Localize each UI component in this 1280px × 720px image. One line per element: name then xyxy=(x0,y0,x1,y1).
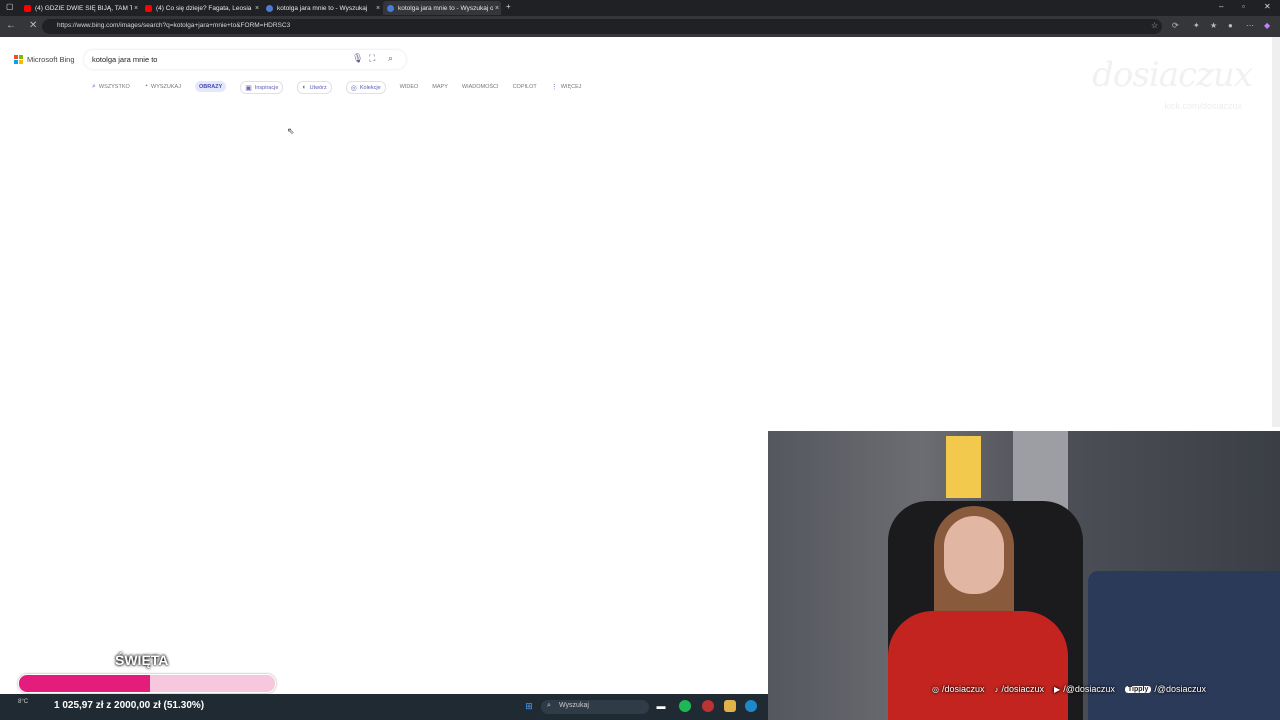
tab-title: (4) Co się dzieje? Fagata, Leosia p xyxy=(156,4,253,12)
address-toolbar: ← ✕ https://www.bing.com/images/search?q… xyxy=(0,16,1280,37)
instagram-icon: ◎ xyxy=(932,684,939,694)
social-tiktok: ♪/dosiaczux xyxy=(994,684,1045,694)
search-nav-tabs: ⌕ WSZYSTKO ◔ WYSZUKAJ OBRAZY ▣ Inspiracje ◐… xyxy=(92,81,596,94)
stream-watermark-sub: kick.com/dosiaczux xyxy=(1164,101,1242,111)
favorites-icon[interactable]: ★ xyxy=(1210,21,1217,30)
mouse-cursor-icon: ⇖ xyxy=(287,126,295,136)
sofa xyxy=(1088,571,1280,720)
file-explorer-icon[interactable] xyxy=(724,700,736,712)
back-icon[interactable]: ← xyxy=(6,20,16,31)
stream-watermark: dosiaczux xyxy=(1092,55,1253,95)
edge-icon[interactable] xyxy=(745,700,757,712)
browser-tab[interactable]: kotolga jara mnie to - Wyszukaj × xyxy=(262,1,382,15)
tab-copilot[interactable]: COPILOT xyxy=(513,81,537,92)
tab-wyszukaj[interactable]: ◔ WYSZUKAJ xyxy=(144,81,181,92)
tab-wiadomosci[interactable]: WIADOMOŚCI xyxy=(462,81,499,92)
extension-icon[interactable]: ⟳ xyxy=(1172,21,1179,30)
bing-logo[interactable]: Microsoft Bing xyxy=(14,55,75,64)
social-instagram: ◎/dosiaczux xyxy=(932,684,985,694)
menu-icon[interactable]: ⋯ xyxy=(1246,21,1254,30)
close-tab-icon[interactable]: × xyxy=(374,5,382,12)
address-bar[interactable]: https://www.bing.com/images/search?q=kot… xyxy=(42,19,1162,34)
collections-icon: ◎ xyxy=(350,84,357,92)
reload-icon[interactable]: ✕ xyxy=(29,20,37,31)
tab-title: (4) GDZIE DWIE SIĘ BIJĄ, TAM TRZ xyxy=(35,4,132,12)
tab-mapy[interactable]: MAPY xyxy=(432,81,448,92)
weather-widget[interactable]: 8°C xyxy=(18,699,28,705)
tiktok-icon: ♪ xyxy=(994,684,999,694)
microphone-icon[interactable]: 🎙 xyxy=(352,53,363,64)
new-tab-icon[interactable]: + xyxy=(506,2,511,11)
more-icon: ⋮ xyxy=(550,83,558,91)
search-icon[interactable]: ⌕ xyxy=(388,53,393,64)
goal-progress-fill xyxy=(19,675,151,692)
streamer-body xyxy=(888,611,1068,720)
minimize-icon[interactable]: – xyxy=(1219,2,1223,11)
wall-poster xyxy=(946,436,981,498)
webcam-feed: ◎/dosiaczux ♪/dosiaczux ▶/@dosiaczux Tip… xyxy=(768,431,1280,720)
search-box[interactable]: kotolga jara mnie to 🎙 ⛶ ⌕ xyxy=(84,50,406,69)
youtube-icon xyxy=(24,4,31,12)
profile-icon[interactable]: ● xyxy=(1228,21,1233,30)
inspiration-icon: ▣ xyxy=(245,84,252,92)
copilot-icon[interactable]: ◆ xyxy=(1264,21,1270,30)
goal-amount-text: 1 025,97 zł z 2000,00 zł (51.30%) xyxy=(54,700,205,711)
browser-tab-bar: ▢ (4) GDZIE DWIE SIĘ BIJĄ, TAM TRZ × (4)… xyxy=(0,0,1280,16)
windows-start-icon[interactable]: ⊞ xyxy=(523,700,535,712)
scrollbar[interactable] xyxy=(1272,37,1280,427)
streamer-face xyxy=(944,516,1004,594)
windows-taskbar: 8°C 1 025,97 zł z 2000,00 zł (51.30%) ⊞ … xyxy=(0,694,768,720)
tab-obrazy[interactable]: OBRAZY xyxy=(194,81,227,92)
social-handles: ◎/dosiaczux ♪/dosiaczux ▶/@dosiaczux Tip… xyxy=(932,684,1206,694)
taskbar-search-placeholder: Wyszukaj xyxy=(559,702,589,709)
social-youtube: ▶/@dosiaczux xyxy=(1054,684,1115,694)
taskbar-search[interactable]: ⌕ Wyszukaj xyxy=(541,700,649,714)
bing-search-icon xyxy=(266,4,273,12)
close-tab-icon[interactable]: × xyxy=(253,5,261,12)
search-icon: ⌕ xyxy=(92,82,96,90)
tab-inspiracje[interactable]: ▣ Inspiracje xyxy=(240,81,284,94)
create-icon: ◐ xyxy=(302,84,307,91)
spotify-icon[interactable] xyxy=(679,700,691,712)
favorite-star-icon[interactable]: ☆ xyxy=(1151,21,1158,30)
close-window-icon[interactable]: ✕ xyxy=(1264,2,1271,11)
tab-actions-icon[interactable]: ▢ xyxy=(6,2,14,11)
goal-title: ŚWIĘTA xyxy=(115,652,169,668)
browser-tab-active[interactable]: kotolga jara mnie to - Wyszukaj ob × xyxy=(383,1,501,15)
tab-title: kotolga jara mnie to - Wyszukaj ob xyxy=(398,4,493,12)
tab-wiecej[interactable]: ⋮ WIĘCEJ xyxy=(551,81,582,92)
copilot-icon: ◔ xyxy=(143,83,149,90)
tab-kolekcje[interactable]: ◎ Kolekcje xyxy=(345,81,386,94)
close-tab-icon[interactable]: × xyxy=(132,5,140,12)
browser-tab[interactable]: (4) Co się dzieje? Fagata, Leosia p × xyxy=(141,1,261,15)
app-icon[interactable] xyxy=(702,700,714,712)
youtube-icon: ▶ xyxy=(1054,684,1061,694)
maximize-icon[interactable]: ▫ xyxy=(1242,2,1245,11)
url-text[interactable]: https://www.bing.com/images/search?q=kot… xyxy=(57,22,290,29)
visual-search-icon[interactable]: ⛶ xyxy=(369,53,375,64)
bing-search-icon xyxy=(387,4,394,12)
search-input[interactable]: kotolga jara mnie to xyxy=(92,55,157,64)
browser-tab[interactable]: (4) GDZIE DWIE SIĘ BIJĄ, TAM TRZ × xyxy=(20,1,140,15)
goal-progress-bar xyxy=(18,674,276,693)
social-tipply: Tipply/@dosiaczux xyxy=(1124,684,1206,694)
task-view-icon[interactable]: ▬ xyxy=(655,700,667,712)
bing-logo-text: Microsoft Bing xyxy=(27,55,75,64)
search-icon: ⌕ xyxy=(547,702,551,709)
tab-wszystko[interactable]: ⌕ WSZYSTKO xyxy=(92,81,130,92)
tipply-logo: Tipply xyxy=(1124,685,1152,693)
tab-wideo[interactable]: WIDEO xyxy=(400,81,419,92)
microsoft-logo-icon xyxy=(14,55,23,64)
tab-utworz[interactable]: ◐ Utwórz xyxy=(297,81,332,94)
tab-title: kotolga jara mnie to - Wyszukaj xyxy=(277,4,368,12)
close-tab-icon[interactable]: × xyxy=(493,5,501,12)
extensions-icon[interactable]: ✦ xyxy=(1193,21,1200,30)
youtube-icon xyxy=(145,4,152,12)
